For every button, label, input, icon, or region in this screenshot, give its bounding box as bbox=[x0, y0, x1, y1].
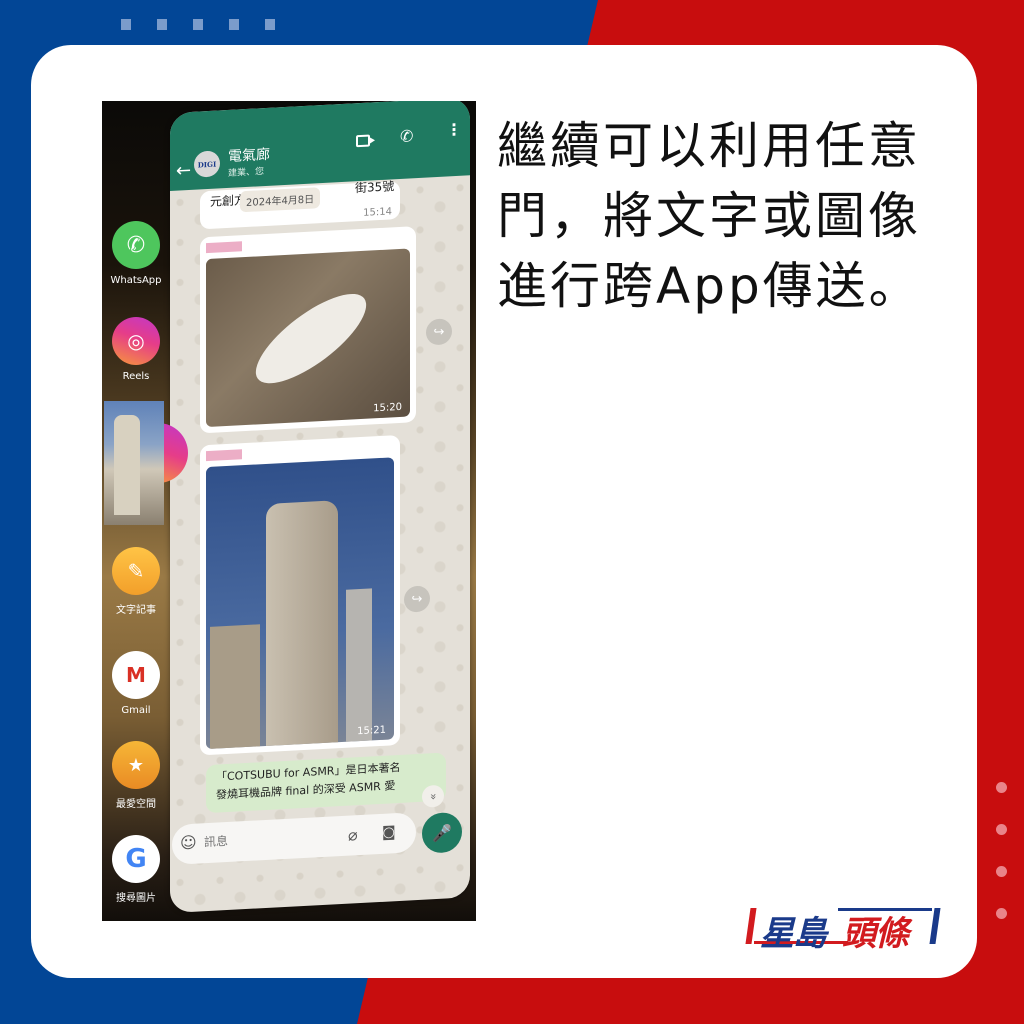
skyscraper bbox=[266, 500, 338, 750]
whatsapp-icon: ✆ bbox=[112, 221, 160, 269]
phone-screenshot: ← DIGI 電氣廊 建業、您 ✆ ⋮ 元創方 香 街35號 15:14 202… bbox=[102, 101, 476, 921]
building-photo[interactable]: 15:21 bbox=[206, 457, 394, 750]
logo-text-red: 頭條 bbox=[842, 914, 909, 954]
emoji-icon[interactable]: ☺ bbox=[180, 833, 197, 853]
google-icon: G bbox=[112, 835, 160, 883]
logo-bracket-left bbox=[745, 908, 757, 944]
camera-icon[interactable]: ◙ bbox=[382, 824, 396, 841]
edge-app-reels[interactable]: ◎ Reels bbox=[102, 317, 170, 382]
chat-header: ← DIGI 電氣廊 建業、您 ✆ ⋮ bbox=[170, 101, 470, 191]
cat-photo[interactable]: 15:20 bbox=[206, 248, 410, 428]
sender-name-redacted bbox=[206, 241, 242, 254]
app-label: Reels bbox=[122, 371, 150, 382]
edge-app-notes[interactable]: ✎ 文字記事 bbox=[102, 547, 170, 616]
chat-title[interactable]: 電氣廊 bbox=[228, 144, 270, 166]
message-time: 15:21 bbox=[357, 724, 386, 738]
edge-app-favorites[interactable]: ★ 最愛空間 bbox=[102, 741, 170, 810]
instagram-icon: ◎ bbox=[112, 317, 160, 365]
logo-text-blue: 星島 bbox=[760, 914, 827, 954]
decor-dots-top bbox=[121, 19, 275, 30]
image-message[interactable]: 15:21 bbox=[200, 434, 400, 756]
video-call-icon[interactable] bbox=[356, 134, 370, 148]
message-time: 15:14 bbox=[363, 206, 392, 219]
app-label: Gmail bbox=[121, 705, 151, 716]
chat-members: 建業、您 bbox=[228, 167, 265, 179]
sing-tao-headline-logo: 星島 頭條 bbox=[745, 904, 941, 954]
decor-dots-side bbox=[996, 782, 1007, 919]
whatsapp-chat-window: ← DIGI 電氣廊 建業、您 ✆ ⋮ 元創方 香 街35號 15:14 202… bbox=[170, 101, 470, 914]
gmail-icon: M bbox=[112, 651, 160, 699]
skyscraper bbox=[114, 415, 140, 515]
microphone-icon: 🎤 bbox=[432, 822, 452, 843]
star-folder-icon: ★ bbox=[112, 741, 160, 789]
app-label: 搜尋圖片 bbox=[116, 893, 156, 904]
message-input[interactable] bbox=[204, 828, 324, 850]
pencil-note-icon: ✎ bbox=[112, 547, 160, 595]
dragged-image-thumbnail[interactable] bbox=[104, 401, 164, 525]
date-chip: 2024年4月8日 bbox=[240, 187, 321, 213]
app-label: 最愛空間 bbox=[116, 799, 156, 810]
edge-panel: ✆ WhatsApp ◎ Reels ✎ 文字記事 M Gmail ★ 最愛空間… bbox=[102, 101, 188, 921]
building bbox=[210, 624, 260, 750]
message-text-tail: 街35號 bbox=[355, 179, 395, 196]
sender-name-redacted bbox=[206, 449, 242, 462]
avatar[interactable]: DIGI bbox=[194, 150, 220, 178]
paperclip-icon[interactable]: ⌀ bbox=[348, 825, 358, 845]
image-message[interactable]: 15:20 bbox=[200, 226, 416, 434]
app-label: 文字記事 bbox=[116, 605, 156, 616]
edge-app-gmail[interactable]: M Gmail bbox=[102, 651, 170, 716]
edge-app-whatsapp[interactable]: ✆ WhatsApp bbox=[102, 221, 170, 286]
message-time: 15:20 bbox=[373, 401, 402, 415]
app-label: WhatsApp bbox=[110, 275, 162, 286]
edge-app-google-image-search[interactable]: G 搜尋圖片 bbox=[102, 835, 170, 904]
cat bbox=[243, 278, 379, 399]
phone-icon[interactable]: ✆ bbox=[400, 126, 413, 146]
more-options-icon[interactable]: ⋮ bbox=[446, 120, 462, 140]
back-arrow-icon[interactable]: ← bbox=[176, 160, 191, 182]
headline-caption: 繼續可以利用任意門，將文字或圖像進行跨App傳送。 bbox=[497, 117, 922, 315]
chevron-down-icon: » bbox=[426, 792, 440, 800]
